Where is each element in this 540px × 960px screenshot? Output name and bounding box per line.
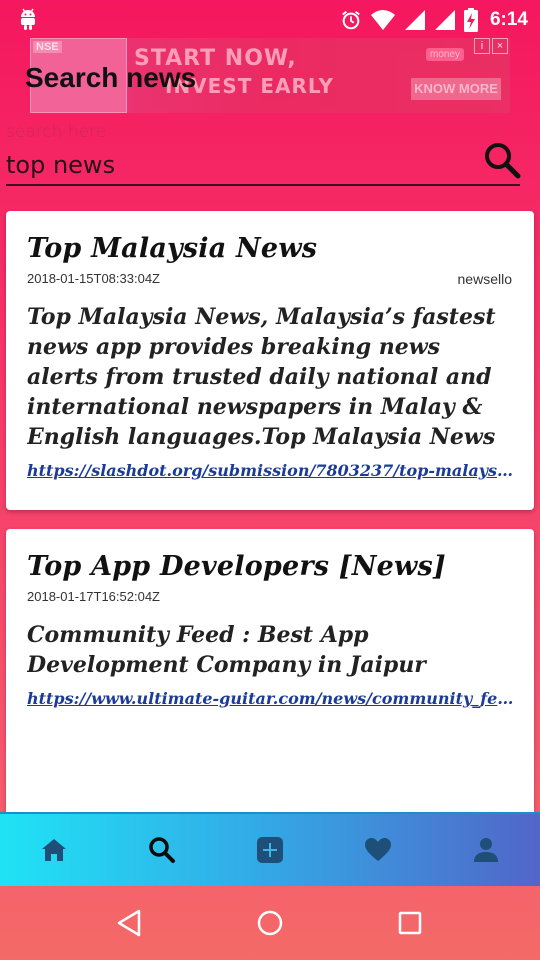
news-title: Top Malaysia News — [27, 233, 318, 264]
recents-button[interactable] — [380, 893, 440, 953]
news-description: Top Malaysia News, Malaysia’s fastest ne… — [27, 304, 496, 450]
news-description: Community Feed : Best App Development Co… — [27, 622, 426, 678]
person-icon — [474, 838, 498, 862]
search-input[interactable] — [6, 148, 446, 182]
news-source: newsello — [457, 271, 512, 287]
search-icon — [485, 143, 521, 179]
status-bar: 6:14 — [0, 0, 540, 40]
alarm-icon — [342, 10, 360, 30]
home-button[interactable] — [240, 893, 300, 953]
tab-profile[interactable] — [432, 814, 540, 886]
back-icon — [117, 909, 141, 937]
search-hint: search here — [6, 122, 107, 142]
ad-close-icon[interactable]: × — [492, 38, 508, 54]
back-button[interactable] — [100, 893, 160, 953]
status-time: 6:14 — [489, 9, 528, 30]
news-card[interactable]: Top Malaysia News 2018-01-15T08:33:04Z n… — [6, 211, 534, 510]
tab-home[interactable] — [0, 814, 108, 886]
bottom-tab-bar — [0, 812, 540, 886]
news-link[interactable]: https://www.ultimate-guitar.com/news/com… — [27, 689, 515, 708]
tab-search[interactable] — [108, 814, 216, 886]
ad-brand: NSE — [33, 41, 62, 53]
news-card[interactable]: Top App Developers [News] 2018-01-17T16:… — [6, 529, 534, 829]
add-icon — [257, 837, 283, 863]
home-circle-icon — [257, 910, 283, 936]
wifi-icon — [370, 10, 395, 30]
search-underline — [6, 184, 520, 186]
recents-icon — [398, 911, 422, 935]
android-icon — [21, 8, 35, 30]
home-icon — [42, 839, 66, 861]
ad-info-icon[interactable]: i — [474, 38, 490, 54]
tab-add[interactable] — [216, 814, 324, 886]
news-link[interactable]: https://slashdot.org/submission/7803237/… — [27, 461, 515, 480]
page-title: Search news — [25, 62, 197, 93]
signal-icon-2 — [434, 10, 455, 30]
news-date: 2018-01-17T16:52:04Z — [27, 589, 160, 604]
heart-icon — [365, 838, 391, 861]
ad-controls: i × — [474, 38, 508, 54]
signal-icon — [404, 10, 425, 30]
system-nav-bar — [0, 886, 540, 960]
search-button[interactable] — [482, 140, 522, 180]
ad-tag: money — [426, 48, 465, 61]
search-icon — [149, 837, 175, 863]
news-date: 2018-01-15T08:33:04Z — [27, 271, 160, 286]
tab-favorites[interactable] — [324, 814, 432, 886]
news-title: Top App Developers [News] — [27, 551, 446, 582]
ad-cta-button[interactable]: KNOW MORE — [411, 78, 501, 100]
battery-charging-icon — [463, 8, 478, 32]
